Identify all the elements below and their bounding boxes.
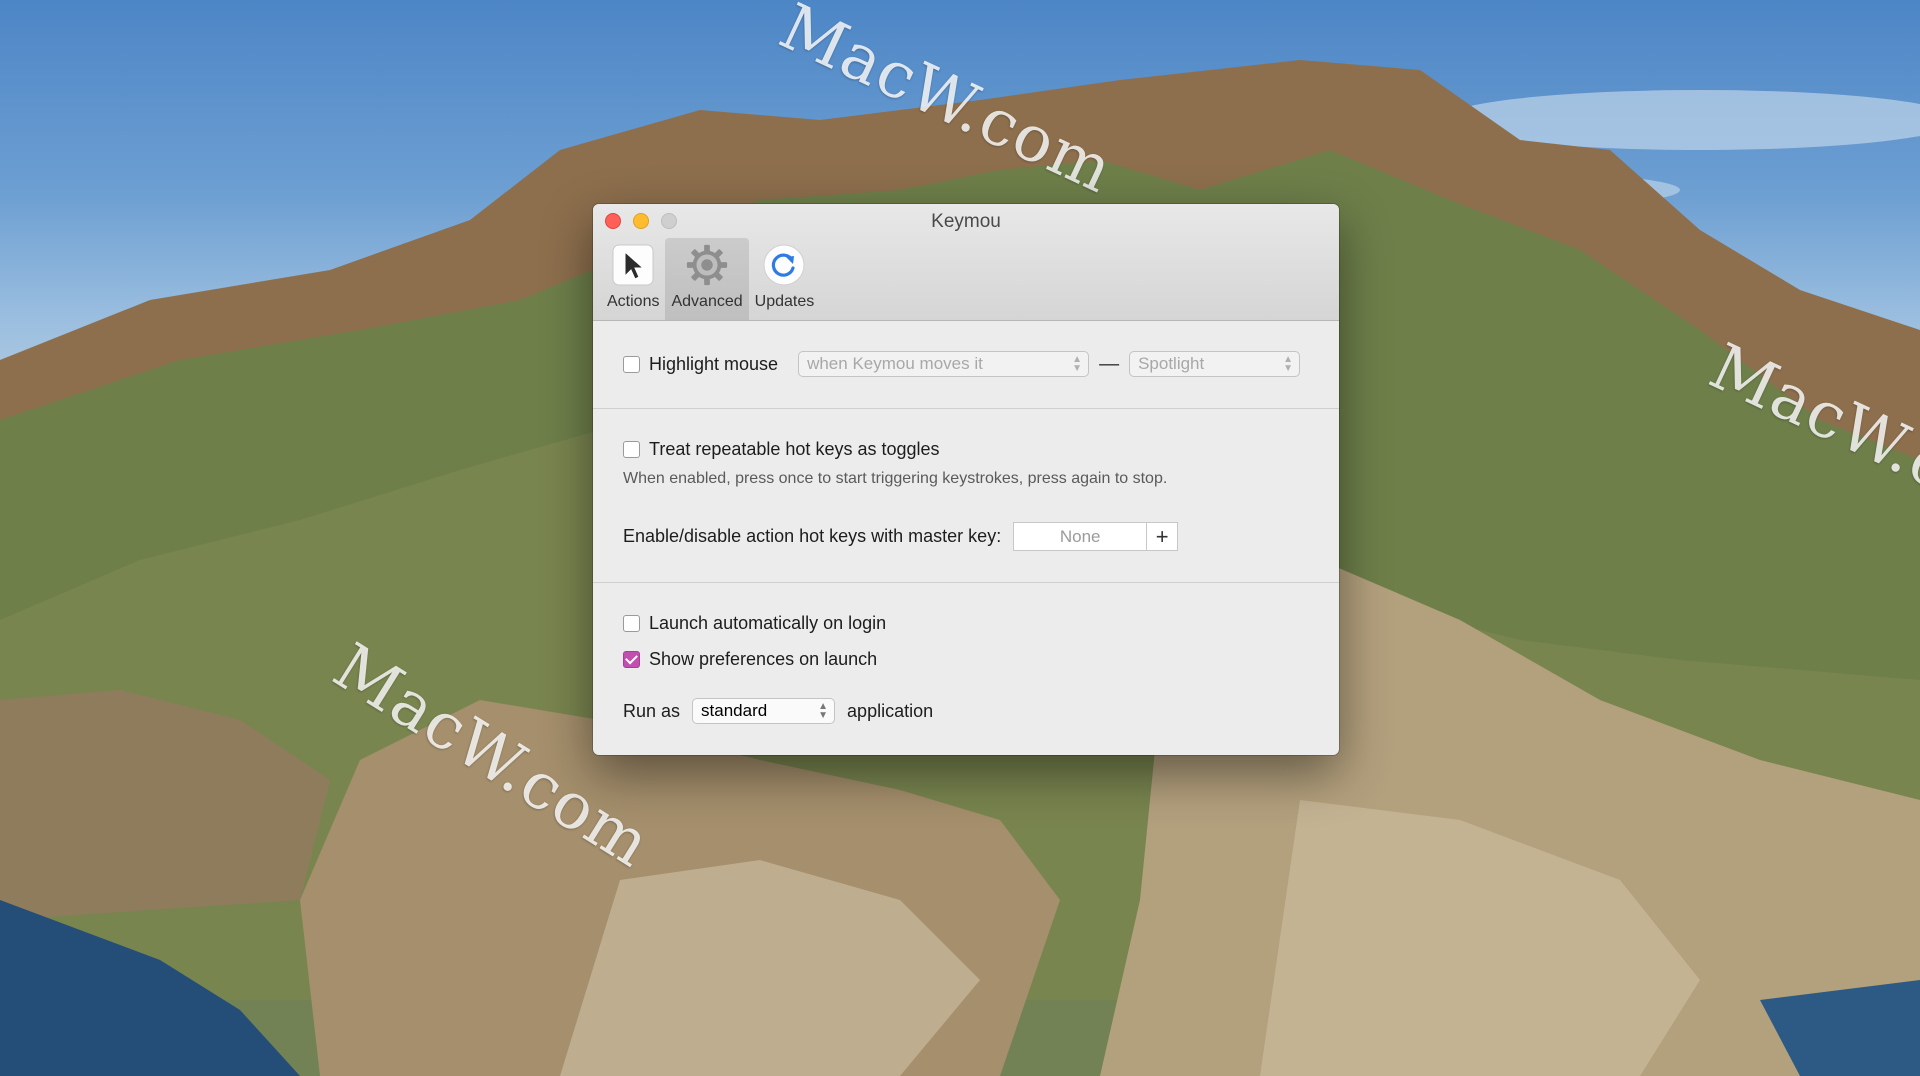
tab-advanced[interactable]: Advanced [665, 238, 749, 320]
run-as-prefix: Run as [623, 700, 681, 721]
separator-dash: — [1099, 352, 1120, 375]
master-key-recorder: None + [1013, 522, 1179, 551]
tab-updates-label: Updates [754, 293, 815, 310]
toggles-row: Treat repeatable hot keys as toggles [623, 439, 940, 460]
launch-login-checkbox[interactable] [623, 615, 640, 632]
highlight-style-select[interactable]: Spotlight ▲ ▼ [1129, 351, 1301, 377]
launch-section: Launch automatically on login Show prefe… [593, 583, 1339, 755]
run-as-suffix: application [847, 700, 934, 721]
tab-updates[interactable]: Updates [749, 238, 821, 320]
refresh-icon [762, 243, 806, 287]
toggle-hotkeys-hint: When enabled, press once to start trigge… [623, 470, 1168, 487]
chevron-updown-icon: ▲ ▼ [818, 701, 829, 721]
master-key-label: Enable/disable action hot keys with mast… [623, 526, 1002, 546]
preferences-window: Keymou Actions Advanced Updates Highligh… [593, 204, 1339, 755]
toggle-hotkeys-label: Treat repeatable hot keys as toggles [649, 439, 940, 459]
run-as-select[interactable]: standard ▲ ▼ [692, 698, 836, 724]
highlight-row: Highlight mouse when Keymou moves it ▲ ▼ … [623, 351, 1301, 377]
highlight-section: Highlight mouse when Keymou moves it ▲ ▼ … [593, 321, 1339, 409]
gear-icon [685, 243, 729, 287]
master-key-row: Enable/disable action hot keys with mast… [623, 522, 1179, 551]
toggle-hotkeys-checkbox[interactable] [623, 441, 640, 458]
preferences-toolbar: Actions Advanced Updates [601, 238, 820, 320]
show-prefs-label: Show preferences on launch [649, 649, 878, 669]
tab-actions[interactable]: Actions [601, 238, 665, 320]
title-bar: Keymou Actions Advanced Updates [593, 204, 1339, 321]
toggles-hint-row: When enabled, press once to start trigge… [623, 470, 1167, 488]
highlight-style-value: Spotlight [1138, 354, 1205, 373]
tab-actions-label: Actions [607, 293, 660, 310]
launch-login-label: Launch automatically on login [649, 613, 887, 633]
add-master-key-button[interactable]: + [1147, 522, 1179, 551]
hotkeys-section: Treat repeatable hot keys as toggles Whe… [593, 409, 1339, 583]
master-key-field[interactable]: None [1013, 522, 1148, 551]
cursor-icon [611, 243, 655, 287]
chevron-updown-icon: ▲ ▼ [1283, 354, 1294, 374]
show-prefs-checkbox[interactable] [623, 651, 640, 668]
highlight-when-select[interactable]: when Keymou moves it ▲ ▼ [798, 351, 1090, 377]
highlight-mouse-checkbox[interactable] [623, 355, 640, 373]
highlight-mouse-label: Highlight mouse [649, 353, 779, 374]
highlight-when-value: when Keymou moves it [807, 354, 983, 373]
run-as-row: Run as standard ▲ ▼ application [623, 698, 933, 724]
chevron-updown-icon: ▲ ▼ [1072, 354, 1083, 374]
show-prefs-row: Show preferences on launch [623, 649, 877, 670]
tab-advanced-label: Advanced [671, 293, 743, 310]
launch-login-row: Launch automatically on login [623, 613, 886, 634]
run-as-value: standard [701, 701, 768, 720]
window-title: Keymou [931, 211, 1001, 232]
